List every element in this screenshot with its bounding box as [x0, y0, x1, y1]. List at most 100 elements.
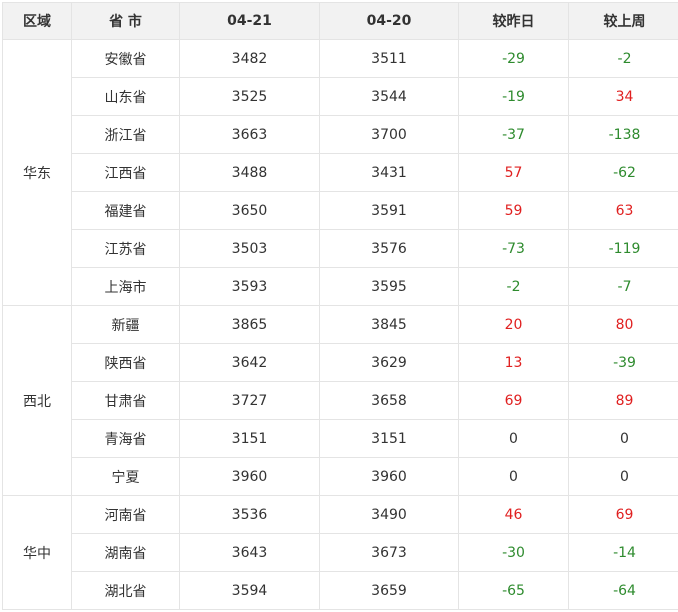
price-0420-cell: 3511	[319, 39, 459, 78]
province-cell: 福建省	[71, 191, 180, 230]
price-0420-cell: 3960	[319, 457, 459, 496]
price-0421-cell: 3865	[179, 305, 320, 344]
province-cell: 湖北省	[71, 571, 180, 610]
vs-last-week-cell: 0	[568, 419, 678, 458]
table-row: 宁夏 3960 3960 0 0	[3, 457, 678, 496]
province-cell: 河南省	[71, 495, 180, 534]
header-vs-yesterday: 较昨日	[458, 2, 569, 40]
header-province: 省 市	[71, 2, 180, 40]
vs-yesterday-cell: -37	[458, 115, 569, 154]
vs-yesterday-cell: -73	[458, 229, 569, 268]
vs-last-week-cell: 69	[568, 495, 678, 534]
region-cell: 西北	[2, 305, 72, 496]
vs-last-week-cell: -62	[568, 153, 678, 192]
table-row: 青海省 3151 3151 0 0	[3, 419, 678, 458]
price-0421-cell: 3594	[179, 571, 320, 610]
vs-yesterday-cell: -2	[458, 267, 569, 306]
vs-last-week-cell: -7	[568, 267, 678, 306]
table-row: 福建省 3650 3591 59 63	[3, 191, 678, 230]
table-row: 湖南省 3643 3673 -30 -14	[3, 533, 678, 572]
vs-last-week-cell: -2	[568, 39, 678, 78]
vs-last-week-cell: 80	[568, 305, 678, 344]
province-cell: 江苏省	[71, 229, 180, 268]
province-cell: 青海省	[71, 419, 180, 458]
header-row: 区域 省 市 04-21 04-20 较昨日 较上周	[2, 2, 678, 40]
price-0421-cell: 3536	[179, 495, 320, 534]
vs-last-week-cell: 89	[568, 381, 678, 420]
province-cell: 宁夏	[71, 457, 180, 496]
vs-yesterday-cell: 59	[458, 191, 569, 230]
vs-last-week-cell: -64	[568, 571, 678, 610]
table-row: 湖北省 3594 3659 -65 -64	[3, 571, 678, 610]
vs-yesterday-cell: 69	[458, 381, 569, 420]
table-row: 浙江省 3663 3700 -37 -138	[3, 115, 678, 154]
header-vs-last-week: 较上周	[568, 2, 678, 40]
price-0421-cell: 3960	[179, 457, 320, 496]
vs-yesterday-cell: 20	[458, 305, 569, 344]
table-row: 华中 河南省 3536 3490 46 69	[2, 495, 678, 610]
table-row: 华东 安徽省 3482 3511 -29 -2	[2, 39, 678, 306]
region-cell: 华中	[2, 495, 72, 610]
price-0420-cell: 3431	[319, 153, 459, 192]
vs-last-week-cell: -39	[568, 343, 678, 382]
price-0421-cell: 3488	[179, 153, 320, 192]
vs-last-week-cell: 0	[568, 457, 678, 496]
province-cell: 上海市	[71, 267, 180, 306]
province-cell: 湖南省	[71, 533, 180, 572]
table-row: 西北 新疆 3865 3845 20 80	[2, 305, 678, 496]
price-0421-cell: 3642	[179, 343, 320, 382]
price-0421-cell: 3503	[179, 229, 320, 268]
province-cell: 浙江省	[71, 115, 180, 154]
price-0420-cell: 3629	[319, 343, 459, 382]
province-cell: 陕西省	[71, 343, 180, 382]
vs-yesterday-cell: 46	[458, 495, 569, 534]
table-row: 江西省 3488 3431 57 -62	[3, 153, 678, 192]
vs-last-week-cell: 63	[568, 191, 678, 230]
price-0420-cell: 3576	[319, 229, 459, 268]
price-0420-cell: 3700	[319, 115, 459, 154]
province-cell: 安徽省	[71, 39, 180, 78]
price-0421-cell: 3593	[179, 267, 320, 306]
price-0421-cell: 3650	[179, 191, 320, 230]
header-date-0421: 04-21	[179, 2, 320, 40]
table-row: 陕西省 3642 3629 13 -39	[3, 343, 678, 382]
price-0420-cell: 3659	[319, 571, 459, 610]
price-0420-cell: 3490	[319, 495, 459, 534]
vs-yesterday-cell: 0	[458, 457, 569, 496]
vs-yesterday-cell: -29	[458, 39, 569, 78]
region-cell: 华东	[2, 39, 72, 306]
table-row: 甘肃省 3727 3658 69 89	[3, 381, 678, 420]
price-0421-cell: 3525	[179, 77, 320, 116]
price-0420-cell: 3673	[319, 533, 459, 572]
table-row: 上海市 3593 3595 -2 -7	[3, 267, 678, 306]
price-0421-cell: 3643	[179, 533, 320, 572]
table-row: 江苏省 3503 3576 -73 -119	[3, 229, 678, 268]
table-body: 华东 安徽省 3482 3511 -29 -2 山东省 3525 3544 -19 34 浙江省 366…	[2, 39, 678, 610]
price-table: 区域 省 市 04-21 04-20 较昨日 较上周 华东 安徽省 3482 3511…	[2, 2, 678, 610]
vs-yesterday-cell: -19	[458, 77, 569, 116]
table-row: 山东省 3525 3544 -19 34	[3, 77, 678, 116]
province-cell: 山东省	[71, 77, 180, 116]
price-0421-cell: 3151	[179, 419, 320, 458]
header-region: 区域	[2, 2, 72, 40]
price-0421-cell: 3663	[179, 115, 320, 154]
vs-yesterday-cell: 0	[458, 419, 569, 458]
vs-last-week-cell: -119	[568, 229, 678, 268]
price-0420-cell: 3658	[319, 381, 459, 420]
header-date-0420: 04-20	[319, 2, 459, 40]
table-header: 区域 省 市 04-21 04-20 较昨日 较上周	[2, 2, 678, 40]
vs-yesterday-cell: 13	[458, 343, 569, 382]
province-cell: 新疆	[71, 305, 180, 344]
province-cell: 江西省	[71, 153, 180, 192]
price-0420-cell: 3591	[319, 191, 459, 230]
vs-last-week-cell: 34	[568, 77, 678, 116]
price-0421-cell: 3482	[179, 39, 320, 78]
price-0420-cell: 3595	[319, 267, 459, 306]
vs-last-week-cell: -14	[568, 533, 678, 572]
price-0420-cell: 3845	[319, 305, 459, 344]
province-cell: 甘肃省	[71, 381, 180, 420]
vs-yesterday-cell: -30	[458, 533, 569, 572]
price-0421-cell: 3727	[179, 381, 320, 420]
price-0420-cell: 3151	[319, 419, 459, 458]
vs-last-week-cell: -138	[568, 115, 678, 154]
